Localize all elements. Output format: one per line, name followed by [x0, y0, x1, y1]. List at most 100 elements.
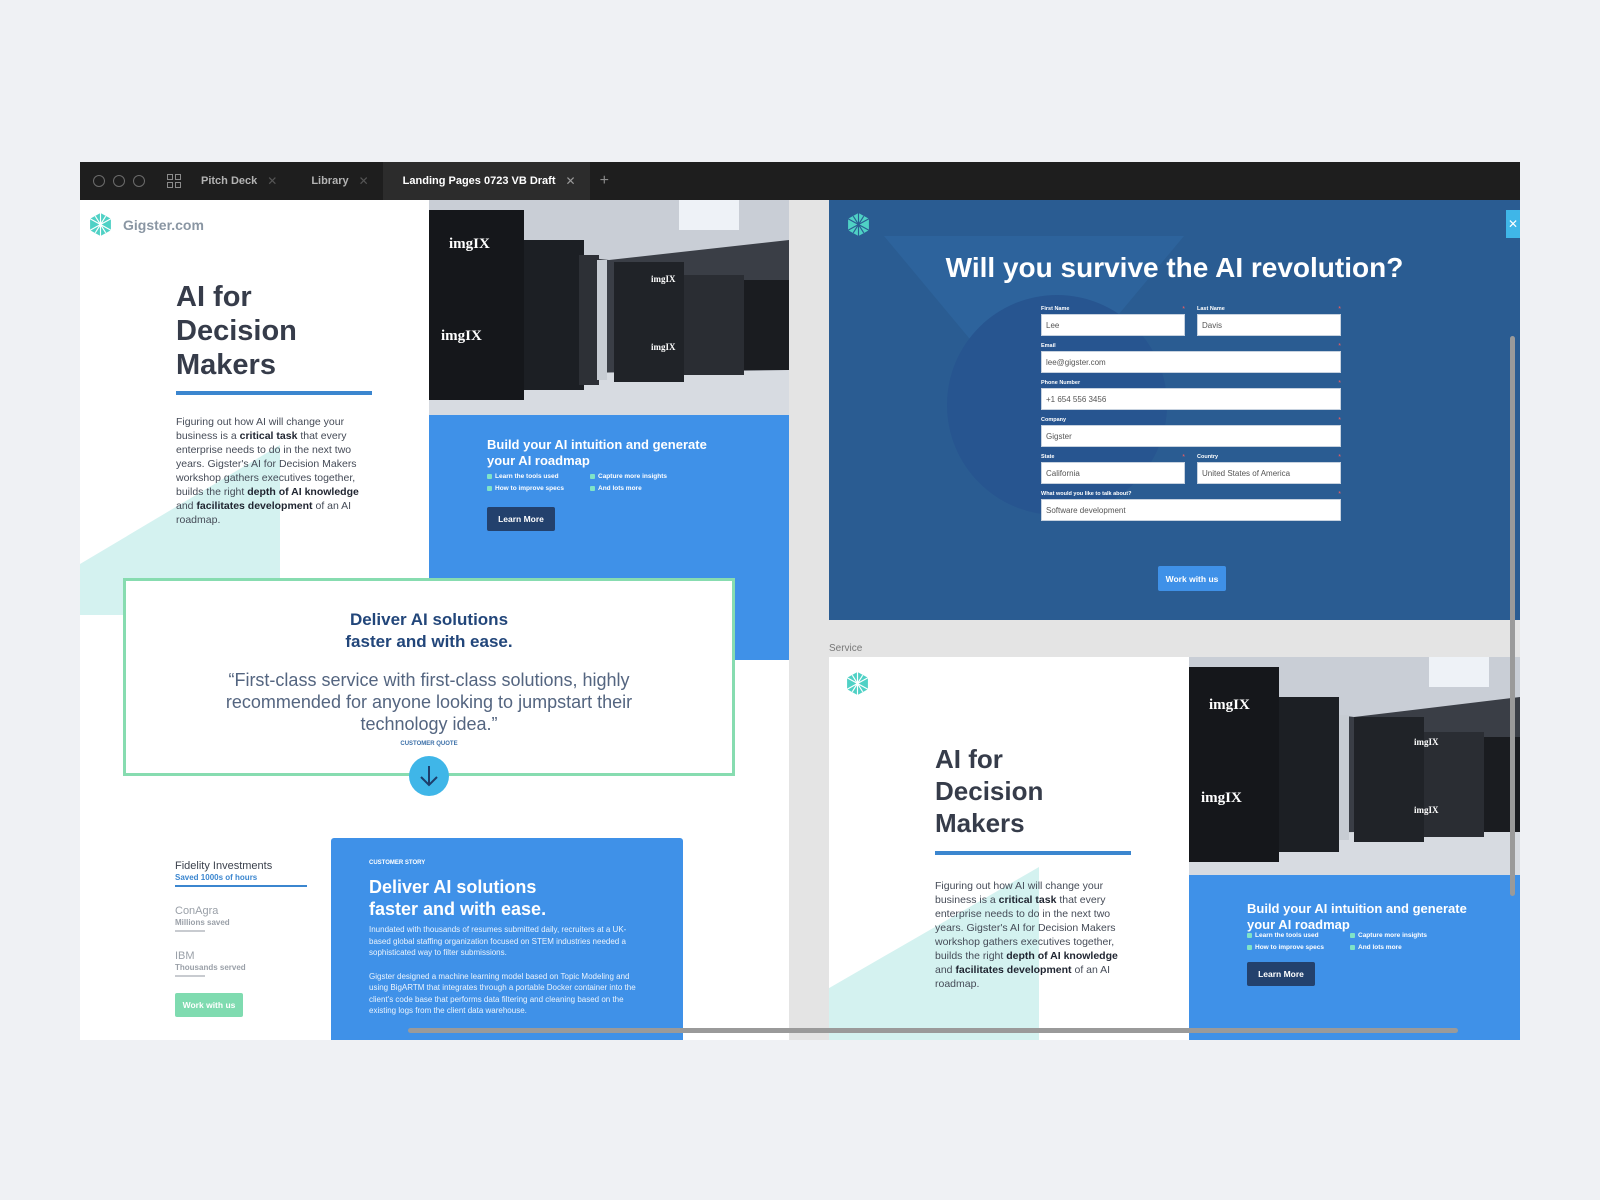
scroll-down-button[interactable] — [409, 756, 449, 796]
required-mark: * — [1338, 306, 1341, 313]
quote-text: “First-class service with first-class so… — [225, 670, 633, 734]
topic-field[interactable] — [1041, 499, 1341, 521]
bullet-item: And lots more — [1350, 944, 1450, 951]
bullet-label: And lots more — [598, 485, 642, 492]
stats-list: Fidelity Investments Saved 1000s of hour… — [175, 860, 315, 995]
form-title: Will you survive the AI revolution? — [945, 252, 1404, 283]
learn-more-button[interactable]: Learn More — [487, 507, 555, 531]
close-icon[interactable]: ✕ — [359, 174, 369, 188]
brand-name: Gigster.com — [123, 216, 204, 233]
gigster-logo — [847, 213, 870, 236]
tab-pitch-deck[interactable]: Pitch Deck ✕ — [181, 162, 291, 200]
canvas: Gigster.com AI for Decision Makers Figur… — [80, 200, 1520, 1040]
work-with-us-button[interactable]: Work with us — [175, 993, 243, 1017]
company-field[interactable] — [1041, 425, 1341, 447]
gigster-logo — [846, 672, 869, 695]
stat-item: IBM Thousands served — [175, 950, 315, 977]
story-title: Deliver AI solutions faster and with eas… — [369, 876, 599, 920]
title-underline — [176, 391, 372, 395]
country-field[interactable] — [1197, 462, 1341, 484]
required-mark: * — [1338, 343, 1341, 350]
phone-field[interactable] — [1041, 388, 1341, 410]
field-label: Phone Number — [1041, 380, 1081, 386]
hero-title-line: AI for — [176, 281, 252, 313]
stat-underline — [175, 930, 205, 932]
quote-title-line: faster and with ease. — [345, 632, 513, 651]
bullet-item: Capture more insights — [590, 473, 690, 480]
tab-label: Library — [311, 175, 349, 187]
quote-caption: CUSTOMER QUOTE — [400, 741, 458, 747]
close-icon[interactable]: ✕ — [566, 174, 576, 188]
server-room-illustration: imgIX imgIX imgIX imgIX — [429, 200, 789, 415]
stat-item: ConAgra Millions saved — [175, 905, 315, 932]
landing-frame-left[interactable]: Gigster.com AI for Decision Makers Figur… — [80, 200, 789, 1040]
check-icon — [590, 474, 595, 479]
signup-form-frame[interactable]: Will you survive the AI revolution? Firs… — [829, 200, 1520, 620]
check-icon — [1350, 945, 1355, 950]
required-mark: * — [1338, 454, 1341, 461]
required-mark: * — [1338, 380, 1341, 387]
learn-more-button[interactable]: Learn More — [1247, 962, 1315, 986]
server-room-photo: imgIX imgIX imgIX imgIX — [1189, 657, 1520, 875]
state-field[interactable] — [1041, 462, 1185, 484]
maximize-window-button[interactable] — [133, 175, 145, 187]
hero-title-line: Decision — [176, 315, 297, 347]
stat-detail: Millions saved — [175, 918, 230, 927]
field-label: Country — [1197, 454, 1219, 460]
horizontal-scrollbar[interactable] — [408, 1028, 1458, 1033]
roadmap-panel: Build your AI intuition and generate you… — [1189, 875, 1520, 1040]
grid-icon[interactable] — [167, 174, 181, 188]
tab-library[interactable]: Library ✕ — [291, 162, 382, 200]
submit-button[interactable]: Work with us — [1158, 566, 1226, 591]
stat-name: ConAgra — [175, 905, 219, 917]
app-window: Pitch Deck ✕ Library ✕ Landing Pages 0723 … — [80, 162, 1520, 1040]
contact-form: First Name * Last Name * Email * Phone Numb… — [1041, 306, 1341, 528]
first-name-field[interactable] — [1041, 314, 1185, 336]
gigster-logo — [89, 213, 112, 236]
email-field[interactable] — [1041, 351, 1341, 373]
hero-title-line: Decision — [935, 776, 1044, 806]
service-frame[interactable]: AI for Decision Makers Figuring out how … — [829, 657, 1520, 1040]
arrow-down-icon — [420, 766, 438, 787]
bullet-item: Learn the tools used — [487, 473, 590, 480]
story-paragraph: Gigster designed a machine learning mode… — [369, 971, 636, 1016]
hero-body: Figuring out how AI will change your bus… — [935, 879, 1135, 991]
tab-landing-pages[interactable]: Landing Pages 0723 VB Draft ✕ — [382, 162, 590, 200]
check-icon — [1247, 933, 1252, 938]
hero-title-line: Makers — [935, 808, 1025, 838]
check-icon — [1350, 933, 1355, 938]
title-underline — [935, 851, 1131, 855]
check-icon — [487, 474, 492, 479]
story-caption: CUSTOMER STORY — [369, 860, 426, 866]
close-icon[interactable]: ✕ — [1506, 210, 1520, 238]
check-icon — [590, 486, 595, 491]
hero-title-line: Makers — [176, 349, 276, 381]
title-bar: Pitch Deck ✕ Library ✕ Landing Pages 0723 … — [80, 162, 1520, 200]
brand-logo: Gigster.com — [88, 212, 204, 237]
check-icon — [487, 486, 492, 491]
story-title-line: Deliver AI solutions — [369, 877, 537, 897]
quote-title: Deliver AI solutions faster and with eas… — [126, 609, 732, 653]
field-label: First Name — [1041, 306, 1070, 312]
required-mark: * — [1182, 306, 1185, 313]
vertical-scrollbar[interactable] — [1510, 336, 1515, 896]
field-label: Last Name — [1197, 306, 1225, 312]
last-name-field[interactable] — [1197, 314, 1341, 336]
close-window-button[interactable] — [93, 175, 105, 187]
body-emphasis: depth of AI knowledge — [1006, 950, 1118, 962]
tab-label: Pitch Deck — [201, 175, 258, 187]
plus-icon[interactable]: + — [600, 172, 609, 190]
stat-detail: Saved 1000s of hours — [175, 873, 258, 882]
customer-quote-card: Deliver AI solutions faster and with eas… — [123, 578, 735, 776]
minimize-window-button[interactable] — [113, 175, 125, 187]
story-body: Inundated with thousands of resumes subm… — [369, 924, 639, 1029]
required-mark: * — [1338, 491, 1341, 498]
stat-name: IBM — [175, 950, 195, 962]
bullet-item: How to improve specs — [1247, 944, 1350, 951]
imgix-mark: imgIX — [441, 328, 482, 344]
hero-title-line: AI for — [935, 744, 1003, 774]
imgix-mark: imgIX — [1209, 697, 1250, 713]
close-icon[interactable]: ✕ — [267, 174, 277, 188]
body-text: and — [935, 964, 956, 976]
imgix-mark: imgIX — [1201, 790, 1242, 806]
